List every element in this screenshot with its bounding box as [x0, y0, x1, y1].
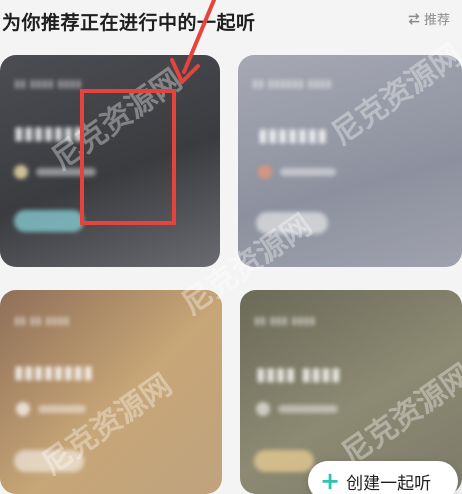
annotation-highlight-box — [80, 89, 176, 225]
swap-icon — [408, 12, 420, 25]
card-avatar — [256, 402, 270, 416]
create-listen-together-button[interactable]: + 创建一起听 — [308, 461, 458, 494]
card-avatar — [258, 165, 272, 179]
card-title: ▮▮▮▮▮▮▮▮ — [14, 362, 94, 383]
card-avatar — [14, 165, 28, 179]
card-tag — [14, 210, 84, 232]
card-tag — [254, 450, 314, 472]
card-title: ▮▮▮▮▮▮▮ — [258, 125, 328, 146]
card-avatar — [16, 402, 30, 416]
refresh-label: 推荐 — [423, 13, 450, 28]
plus-icon: + — [320, 467, 341, 494]
header: 为你推荐正在进行中的一起听 推荐 — [0, 0, 462, 40]
page-title: 为你推荐正在进行中的一起听 — [2, 12, 256, 34]
refresh-recommend-button[interactable]: 推荐 — [407, 9, 450, 28]
create-button-label: 创建一起听 — [346, 473, 432, 494]
card-title: ▮▮▮▮ ▮▮▮▮ — [256, 364, 341, 385]
